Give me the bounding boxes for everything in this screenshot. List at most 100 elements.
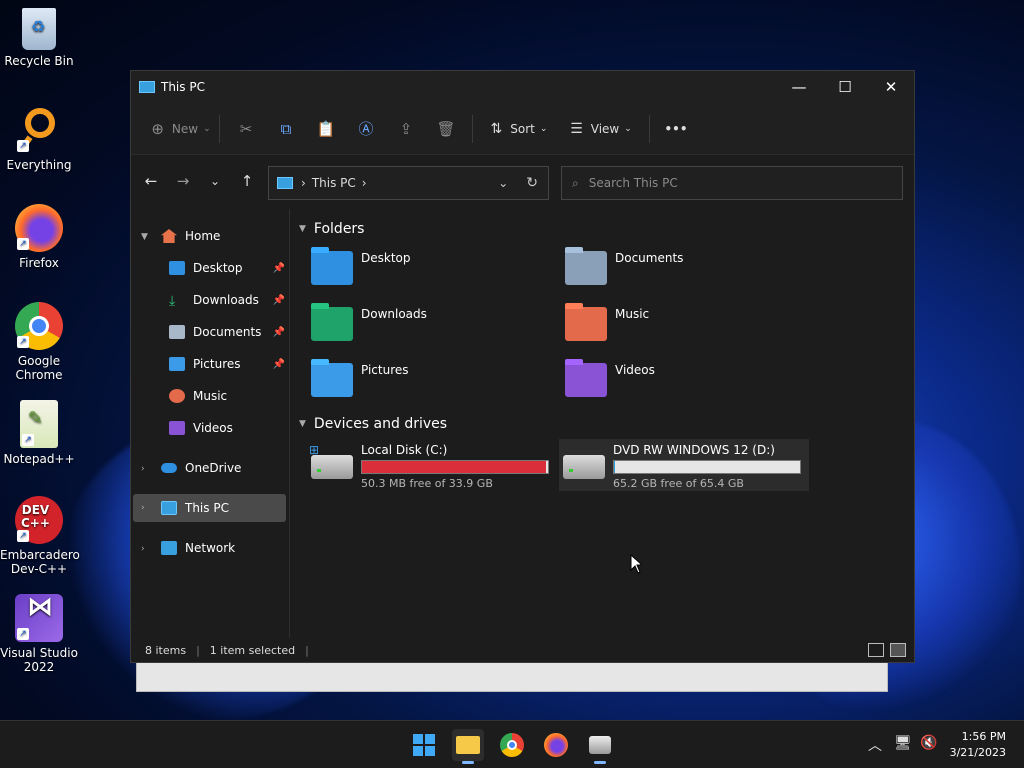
desktop-folder-icon	[311, 251, 353, 285]
pin-icon[interactable]: 📌	[273, 263, 285, 274]
sidebar-item-music[interactable]: Music	[169, 382, 227, 410]
pin-icon[interactable]: 📌	[273, 359, 285, 370]
network-status-icon[interactable]: 🖥	[894, 735, 912, 751]
firefox-icon: ↗	[15, 204, 63, 252]
pin-icon[interactable]: 📌	[273, 295, 285, 306]
sidebar-item-home[interactable]: Home	[161, 222, 220, 250]
toolbar-divider	[649, 114, 650, 143]
notepadpp-icon: ✎ ↗	[20, 400, 58, 448]
copy-button[interactable]: ⧉	[266, 114, 306, 144]
drive-tile-d[interactable]: DVD RW WINDOWS 12 (D:) 65.2 GB free of 6…	[559, 439, 809, 491]
network-icon	[161, 541, 177, 555]
maximize-button[interactable]: ☐	[822, 71, 868, 103]
refresh-icon[interactable]: ↻	[526, 175, 538, 191]
taskbar-app[interactable]	[584, 729, 616, 764]
folder-tile-pictures[interactable]: Pictures	[311, 363, 551, 409]
sidebar-item-onedrive[interactable]: OneDrive	[161, 454, 241, 482]
sort-button[interactable]: ⇅ Sort ⌄	[479, 114, 559, 144]
up-button[interactable]: ↑	[231, 165, 263, 197]
back-button[interactable]: ←	[135, 165, 167, 197]
clock[interactable]: 1:56 PM 3/21/2023	[950, 729, 1006, 761]
selection-count: 1 item selected	[209, 643, 296, 657]
share-button[interactable]: ⇪	[386, 114, 426, 144]
desktop-icon-recycle-bin[interactable]: ♻ Recycle Bin	[0, 8, 78, 68]
recent-locations-button[interactable]: ⌄	[199, 165, 231, 197]
section-title: Folders	[313, 221, 365, 237]
more-options-button[interactable]: •••	[656, 114, 696, 144]
background-window[interactable]	[136, 660, 888, 692]
desktop-icon-everything[interactable]: ↗ Everything	[0, 106, 78, 172]
pictures-folder-icon	[311, 363, 353, 397]
forward-button[interactable]: →	[167, 165, 199, 197]
recycle-bin-icon: ♻	[22, 8, 56, 50]
show-hidden-icons-chevron-icon[interactable]: ︿	[868, 735, 882, 755]
large-icons-view-button[interactable]	[890, 643, 906, 657]
chevron-right-icon[interactable]: ›	[141, 544, 145, 554]
sidebar-item-documents[interactable]: Documents 📌	[169, 318, 285, 346]
pin-icon[interactable]: 📌	[273, 327, 285, 338]
desktop-icon-devcpp[interactable]: DEV C++ ↗ Embarcadero Dev-C++	[0, 496, 80, 576]
sidebar-item-videos[interactable]: Videos	[169, 414, 233, 442]
delete-button[interactable]: 🗑	[426, 114, 466, 144]
chevron-down-icon[interactable]: ▼	[141, 232, 148, 242]
sidebar-item-desktop[interactable]: Desktop 📌	[169, 254, 285, 282]
folder-tile-documents[interactable]: Documents	[565, 251, 805, 297]
sidebar-item-network[interactable]: Network	[161, 534, 235, 562]
sidebar-item-pictures[interactable]: Pictures 📌	[169, 350, 285, 378]
desktop-icon-firefox[interactable]: ↗ Firefox	[0, 204, 78, 270]
paste-button[interactable]: 📋	[306, 114, 346, 144]
sidebar-item-downloads[interactable]: ⤓ Downloads 📌	[169, 286, 285, 314]
view-label: View	[590, 121, 620, 136]
folders-section-header[interactable]: ▼ Folders	[299, 221, 364, 237]
minimize-button[interactable]: —	[776, 71, 822, 103]
folder-tile-videos[interactable]: Videos	[565, 363, 805, 409]
start-button[interactable]	[408, 729, 440, 761]
firefox-icon	[544, 733, 568, 757]
folder-tile-music[interactable]: Music	[565, 307, 805, 353]
chevron-down-icon: ▼	[299, 419, 306, 429]
search-input[interactable]: ⌕ Search This PC	[561, 166, 903, 200]
folder-label: Pictures	[361, 363, 409, 377]
sidebar-item-label: Pictures	[193, 357, 241, 371]
address-dropdown-icon[interactable]: ⌄	[498, 176, 508, 190]
visual-studio-icon: ⋈ ↗	[15, 594, 63, 642]
breadcrumb-this-pc[interactable]: This PC	[312, 176, 356, 190]
folder-label: Videos	[615, 363, 655, 377]
details-view-button[interactable]	[868, 643, 884, 657]
desktop-icon-chrome[interactable]: ↗ Google Chrome	[0, 302, 78, 382]
desktop-icon-visual-studio[interactable]: ⋈ ↗ Visual Studio 2022	[0, 594, 78, 674]
desktop-icon-notepadpp[interactable]: ✎ ↗ Notepad++	[0, 400, 78, 466]
new-button[interactable]: ⊕ New ⌄	[149, 114, 213, 144]
taskbar-firefox[interactable]	[540, 729, 572, 761]
taskbar-chrome[interactable]	[496, 729, 528, 761]
status-separator: |	[196, 643, 200, 657]
this-pc-icon	[161, 501, 177, 515]
sort-icon: ⇅	[490, 120, 503, 137]
view-button[interactable]: ☰ View ⌄	[559, 114, 643, 144]
clock-date: 3/21/2023	[949, 746, 1006, 759]
sidebar-item-this-pc[interactable]: › This PC	[133, 494, 286, 522]
title-bar[interactable]: This PC — ☐ ✕	[131, 71, 914, 103]
drive-free-space: 50.3 MB free of 33.9 GB	[361, 477, 493, 490]
this-pc-icon	[277, 177, 293, 189]
address-bar[interactable]: › This PC › ⌄ ↻	[268, 166, 549, 200]
chrome-icon: ↗	[15, 302, 63, 350]
desktop-icon-label: Embarcadero Dev-C++	[0, 548, 80, 576]
drive-usage-bar	[361, 460, 549, 474]
drive-name: DVD RW WINDOWS 12 (D:)	[613, 443, 775, 457]
taskbar-file-explorer[interactable]	[452, 729, 484, 764]
drive-tile-c[interactable]: ⊞ Local Disk (C:) 50.3 MB free of 33.9 G…	[307, 439, 557, 491]
chevron-right-icon[interactable]: ›	[141, 464, 145, 474]
chevron-right-icon[interactable]: ›	[141, 503, 145, 513]
folder-tile-downloads[interactable]: Downloads	[311, 307, 551, 353]
breadcrumb-separator: ›	[361, 176, 367, 190]
folder-tile-desktop[interactable]: Desktop	[311, 251, 551, 297]
music-folder-icon	[565, 307, 607, 341]
desktop-icon-label: Firefox	[19, 256, 59, 270]
volume-muted-icon[interactable]: 🔇	[920, 735, 937, 751]
drives-section-header[interactable]: ▼ Devices and drives	[299, 416, 447, 432]
cut-button[interactable]: ✂	[226, 114, 266, 144]
close-button[interactable]: ✕	[868, 71, 914, 103]
rename-button[interactable]: Ⓐ	[346, 114, 386, 144]
music-icon	[169, 389, 185, 403]
